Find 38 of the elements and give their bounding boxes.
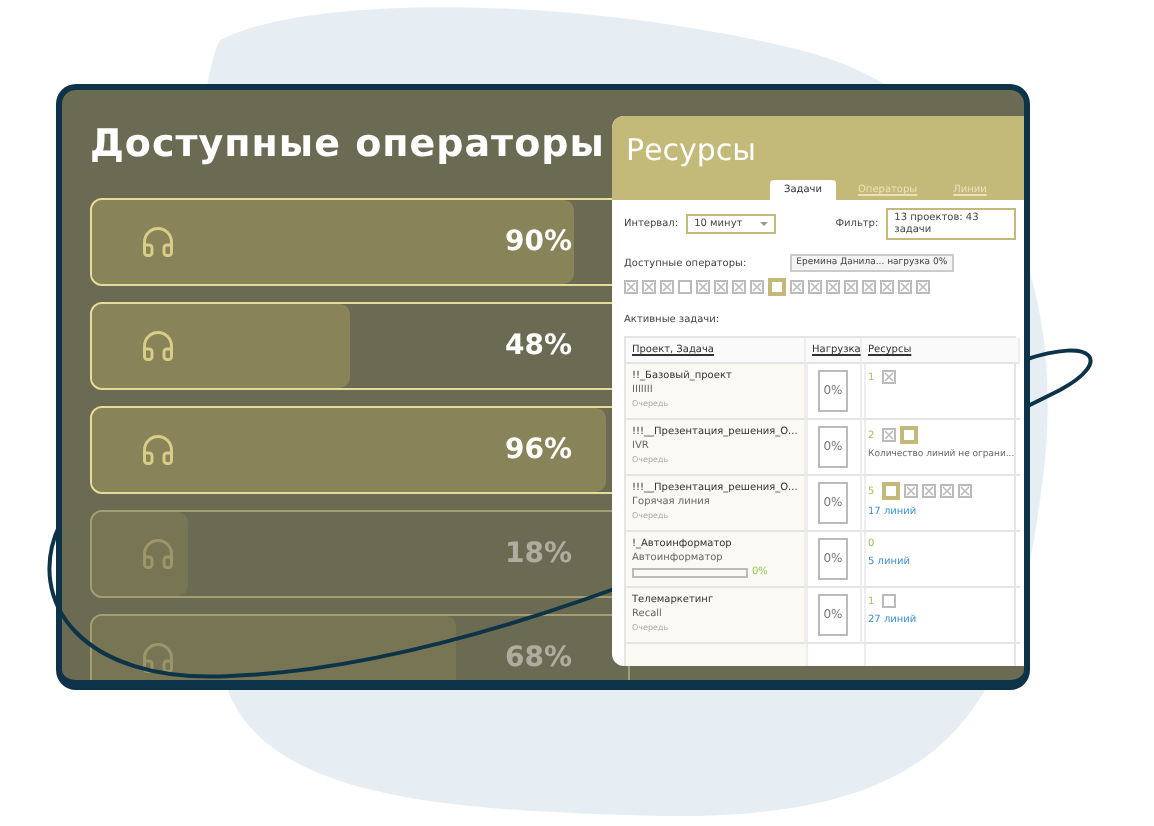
headset-icon (140, 536, 176, 572)
unavailable-slot-icon[interactable] (904, 484, 919, 498)
unavailable-slot-icon[interactable] (882, 370, 897, 384)
unavailable-slot-icon[interactable] (714, 280, 728, 294)
load-reading: 90% (504, 226, 572, 258)
unavailable-slot-icon[interactable] (642, 280, 656, 294)
load-reading: 18% (504, 538, 572, 570)
operator-slot[interactable] (768, 278, 786, 296)
headset-icon (140, 328, 176, 364)
unavailable-slot-icon[interactable] (882, 428, 897, 442)
load-reading: 68% (504, 642, 572, 674)
unavailable-slot-icon[interactable] (922, 484, 937, 498)
unavailable-slot-icon[interactable] (940, 484, 955, 498)
load-reading: 48% (504, 330, 572, 362)
unavailable-slot-icon[interactable] (898, 280, 912, 294)
headset-icon (140, 640, 176, 676)
unavailable-slot-icon[interactable] (732, 280, 746, 294)
unavailable-slot-icon[interactable] (696, 280, 710, 294)
operator-slot[interactable] (678, 280, 692, 294)
unavailable-slot-icon[interactable] (808, 280, 822, 294)
unavailable-slot-icon[interactable] (624, 280, 638, 294)
unavailable-slot-icon[interactable] (958, 484, 973, 498)
headset-icon (140, 432, 176, 468)
card-title: Доступные операторы (90, 122, 606, 166)
operator-slot[interactable] (882, 482, 901, 500)
unavailable-slot-icon[interactable] (660, 280, 674, 294)
unavailable-slot-icon[interactable] (916, 280, 930, 294)
operator-slot[interactable] (900, 426, 919, 444)
window-title: Ресурсы (626, 132, 759, 168)
operator-slot[interactable] (882, 594, 897, 608)
unavailable-slot-icon[interactable] (880, 280, 894, 294)
unavailable-slot-icon[interactable] (826, 280, 840, 294)
unavailable-slot-icon[interactable] (844, 280, 858, 294)
unavailable-slot-icon[interactable] (790, 280, 804, 294)
unavailable-slot-icon[interactable] (862, 280, 876, 294)
unavailable-slot-icon[interactable] (750, 280, 764, 294)
load-reading: 96% (504, 434, 572, 466)
headset-icon (140, 224, 176, 260)
